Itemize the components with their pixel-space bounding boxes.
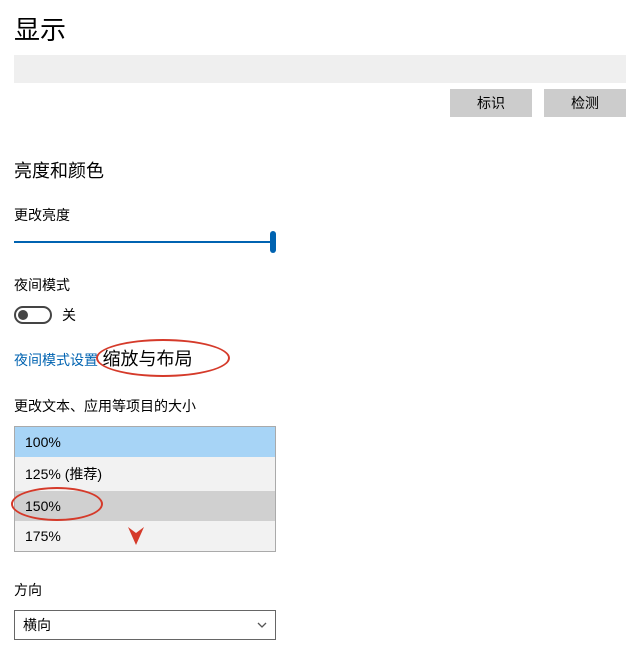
scaling-option-100[interactable]: 100% — [15, 427, 275, 457]
night-light-label: 夜间模式 — [14, 275, 626, 295]
scaling-option-150[interactable]: 150% — [15, 491, 275, 521]
scaling-option-125[interactable]: 125% (推荐) — [15, 457, 275, 491]
night-light-state: 关 — [62, 305, 76, 325]
night-light-toggle[interactable] — [14, 306, 52, 324]
scaling-label: 更改文本、应用等项目的大小 — [14, 396, 626, 416]
night-light-toggle-row: 关 — [14, 305, 626, 325]
detect-button[interactable]: 检测 — [544, 89, 626, 117]
toggle-knob-icon — [18, 310, 28, 320]
display-preview-area — [14, 55, 626, 83]
display-actions-row: 标识 检测 — [14, 89, 626, 117]
orientation-select[interactable]: 横向 — [14, 610, 276, 640]
chevron-down-icon — [257, 620, 267, 630]
scaling-dropdown-list[interactable]: 100% 125% (推荐) 150% 175% — [14, 426, 276, 552]
page-title: 显示 — [14, 10, 626, 47]
scaling-section-title: 缩放与布局 — [102, 345, 192, 371]
brightness-slider[interactable] — [14, 235, 276, 249]
brightness-section-title: 亮度和颜色 — [14, 157, 626, 183]
orientation-label: 方向 — [14, 580, 626, 600]
night-light-settings-link[interactable]: 夜间模式设置 — [14, 350, 98, 370]
orientation-value: 横向 — [23, 615, 51, 635]
slider-track — [14, 241, 276, 243]
scaling-option-175[interactable]: 175% — [15, 521, 275, 551]
identify-button[interactable]: 标识 — [450, 89, 532, 117]
slider-thumb[interactable] — [270, 231, 276, 253]
brightness-slider-label: 更改亮度 — [14, 205, 626, 225]
